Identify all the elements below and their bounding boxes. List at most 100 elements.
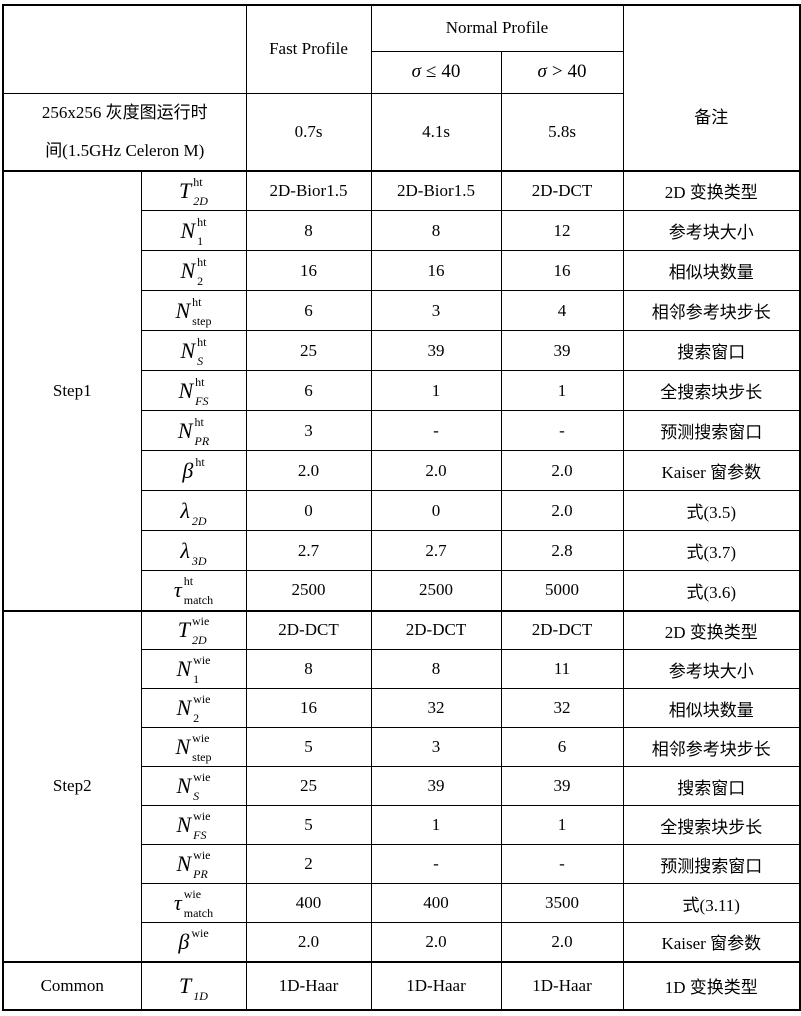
symbol-base: N <box>175 297 191 323</box>
parameter-symbol: Nht 1 <box>180 214 207 247</box>
sigma-symbol: σ <box>411 61 421 82</box>
symbol-base: τ <box>173 577 182 603</box>
normal-profile-sigma-gt-40-value: 11 <box>500 649 624 689</box>
normal-profile-sigma-le-40-value: 400 <box>370 883 502 923</box>
symbol-base: N <box>176 656 192 681</box>
remark-value: 相邻参考块步长 <box>622 290 801 331</box>
fast-profile-value: 6 <box>245 370 372 411</box>
fast-profile-value: 1D-Haar <box>245 960 372 1010</box>
remark-value: 全搜索块步长 <box>622 370 801 411</box>
symbol-subscript: step <box>192 313 212 328</box>
fast-profile-value: 25 <box>245 330 372 371</box>
symbol-base: N <box>176 773 192 798</box>
symbol-subscript: S <box>193 789 200 803</box>
parameter-cell: Nht FS <box>140 370 247 411</box>
remark-value: 式(3.5) <box>622 490 801 531</box>
remark-value: 式(3.11) <box>622 883 801 923</box>
parameter-cell: λ 3D <box>140 530 247 571</box>
sigma-threshold: 40 <box>441 61 461 82</box>
parameter-cell: T 1D <box>140 960 247 1010</box>
symbol-subscript: S <box>197 353 204 368</box>
common-row: Common T 1D 1D-Haar 1D-Haar 1D-Haar 1D 变换类型 <box>2 960 801 1010</box>
normal-profile-sigma-le-40-value: 2.0 <box>370 922 502 962</box>
parameter-symbol: λ 3D <box>180 536 207 567</box>
remark-value: 2D 变换类型 <box>622 169 801 211</box>
symbol-scripts: ht step <box>192 294 211 327</box>
symbol-superscript <box>192 536 207 548</box>
parameter-cell: Tht 2D <box>140 169 247 211</box>
remark-value: 预测搜索窗口 <box>622 844 801 884</box>
symbol-subscript: 1 <box>193 672 200 686</box>
symbol-scripts: wie 2 <box>193 692 211 724</box>
runtime-label: 256x256 灰度图运行时 间(1.5GHz Celeron M) <box>2 92 247 171</box>
symbol-subscript: 2 <box>197 273 204 288</box>
fast-profile-value: 3 <box>245 410 372 451</box>
corner-cell <box>2 4 247 94</box>
common-section-label: Common <box>2 960 142 1010</box>
normal-profile-sigma-le-40-value: - <box>370 844 502 884</box>
header-remarks: 备注 <box>622 4 801 171</box>
remark-value: 式(3.7) <box>622 530 801 571</box>
parameter-symbol: β ht <box>182 456 204 483</box>
symbol-subscript: 2D <box>191 633 207 648</box>
fast-profile-value: 2D-DCT <box>245 609 372 650</box>
parameter-symbol: τ ht match <box>173 575 213 606</box>
fast-profile-value: 2 <box>245 844 372 884</box>
symbol-superscript: wie <box>193 653 211 667</box>
remark-value: 相邻参考块步长 <box>622 727 801 767</box>
remark-value: 参考块大小 <box>622 649 801 689</box>
remark-value: 参考块大小 <box>622 210 801 251</box>
normal-profile-sigma-gt-40-value: 2D-DCT <box>500 169 624 211</box>
parameter-cell: Nwie 1 <box>140 649 247 689</box>
remark-value: 搜索窗口 <box>622 766 801 806</box>
symbol-superscript: ht <box>197 254 207 269</box>
relation-symbol: > <box>551 61 563 82</box>
parameter-cell: Nht step <box>140 290 247 331</box>
runtime-normal-le-40: 4.1s <box>370 92 502 171</box>
parameter-cell: Nwie FS <box>140 805 247 845</box>
symbol-superscript: ht <box>192 294 202 309</box>
symbol-subscript: 1 <box>197 233 204 248</box>
parameter-symbol: λ 2D <box>180 499 206 527</box>
parameter-symbol: Nwie S <box>176 771 210 802</box>
symbol-subscript: 1D <box>193 988 208 1003</box>
symbol-superscript: wie <box>193 692 211 706</box>
normal-profile-sigma-le-40-value: 0 <box>370 490 502 531</box>
parameter-cell: τ wie match <box>140 883 247 923</box>
symbol-scripts: ht match <box>184 575 213 606</box>
symbol-scripts: wie S <box>193 771 210 802</box>
parameter-symbol: T 1D <box>179 974 208 1002</box>
normal-profile-sigma-gt-40-value: 32 <box>500 688 624 728</box>
symbol-superscript: ht <box>197 214 207 229</box>
symbol-base: β <box>182 457 194 483</box>
symbol-base: N <box>178 377 194 403</box>
parameter-cell: Nwie S <box>140 766 247 806</box>
remark-value: Kaiser 窗参数 <box>622 450 801 491</box>
parameter-cell: Nht S <box>140 330 247 371</box>
fast-profile-value: 400 <box>245 883 372 923</box>
symbol-scripts: ht PR <box>195 416 210 447</box>
symbol-base: N <box>180 217 196 243</box>
normal-profile-sigma-gt-40-value: - <box>500 844 624 884</box>
fast-profile-value: 2.7 <box>245 530 372 571</box>
parameter-cell: β wie <box>140 922 247 962</box>
symbol-base: N <box>176 695 192 720</box>
normal-profile-sigma-le-40-value: 32 <box>370 688 502 728</box>
parameter-cell: Nht 2 <box>140 250 247 291</box>
fast-profile-value: 16 <box>245 250 372 291</box>
remark-value: 1D 变换类型 <box>622 960 801 1010</box>
parameter-symbol: Tht 2D <box>179 176 208 207</box>
symbol-base: λ <box>180 537 190 563</box>
symbol-scripts: ht 2 <box>197 254 207 287</box>
symbol-scripts: ht <box>195 456 204 483</box>
normal-profile-sigma-le-40-value: 2.7 <box>370 530 502 571</box>
symbol-subscript: 3D <box>191 553 207 568</box>
normal-profile-sigma-le-40-value: 39 <box>370 330 502 371</box>
fast-profile-value: 6 <box>245 290 372 331</box>
fast-profile-value: 2500 <box>245 570 372 611</box>
parameter-symbol: Nwie 2 <box>176 692 211 724</box>
symbol-subscript <box>195 475 204 487</box>
symbol-scripts: wie 1 <box>193 653 211 685</box>
remark-value: 相似块数量 <box>622 250 801 291</box>
remark-value: 2D 变换类型 <box>622 609 801 650</box>
